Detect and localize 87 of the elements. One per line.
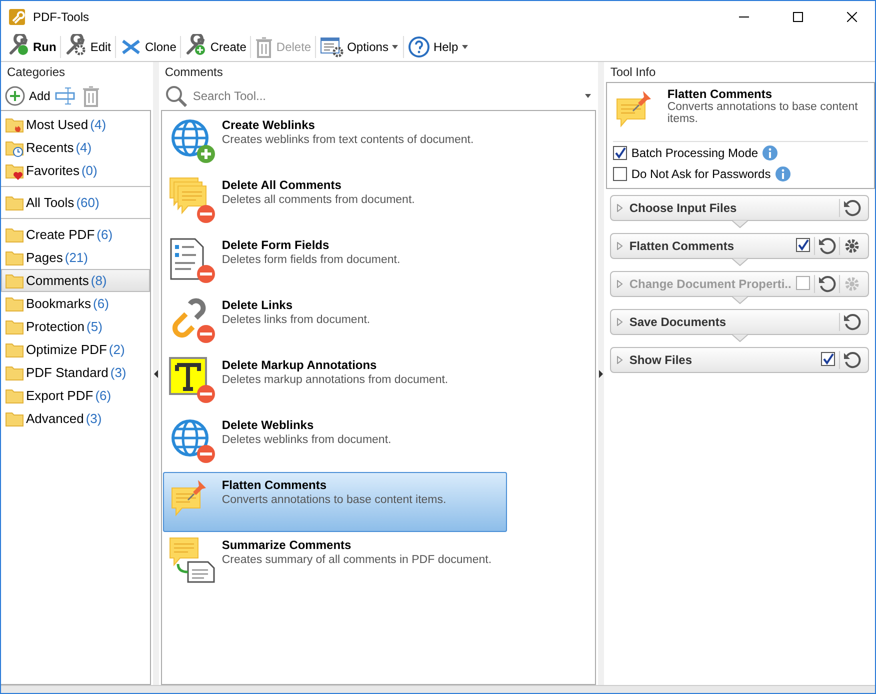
category-item[interactable]: Optimize PDF(2)	[1, 338, 150, 361]
search-icon	[164, 85, 187, 107]
tool-item[interactable]: Summarize Comments Creates summary of all comments in PDF document.	[162, 532, 507, 592]
reset-icon[interactable]	[818, 237, 836, 255]
expand-icon	[617, 204, 624, 212]
splitter-handle[interactable]	[152, 62, 159, 685]
panel-header: Comments	[164, 64, 224, 81]
expand-icon	[617, 318, 624, 326]
checkbox[interactable]	[613, 166, 628, 180]
help-icon	[408, 36, 430, 58]
info-icon	[762, 144, 778, 160]
splitter-handle[interactable]	[598, 62, 604, 685]
folder-icon	[5, 318, 24, 336]
form-minus-icon	[168, 236, 216, 286]
toolbar-button[interactable]: Edit	[61, 32, 116, 60]
folder-icon	[5, 272, 24, 290]
flame-folder-icon	[5, 116, 24, 134]
panel-header: Categories	[6, 64, 66, 81]
toolbar-button[interactable]: Help	[404, 32, 474, 60]
notes-summary-icon	[168, 536, 216, 586]
tool-item[interactable]: Flatten Comments Converts annotations to base content items.	[162, 472, 507, 532]
option-label: Do Not Ask for Passwords	[631, 166, 771, 180]
category-item[interactable]: Bookmarks(6)	[1, 292, 150, 315]
folder-icon	[5, 386, 24, 404]
checkbox[interactable]	[821, 352, 836, 366]
category-item[interactable]: Pages(21)	[1, 246, 150, 269]
tool-item[interactable]: Delete All Comments Deletes all comments from document.	[162, 172, 507, 232]
folder-icon	[5, 340, 24, 358]
category-item[interactable]: Advanced(3)	[1, 407, 150, 430]
tool-item[interactable]: Delete Weblinks Deletes weblinks from document.	[162, 412, 507, 472]
category-item[interactable]: All Tools(60)	[1, 191, 150, 214]
clock-folder-icon	[5, 138, 24, 156]
tool-title: Flatten Comments	[667, 87, 774, 101]
tool-item[interactable]: Delete Markup Annotations Deletes markup annotations from document.	[162, 352, 507, 412]
connector-arrow	[732, 296, 748, 304]
expand-icon	[617, 280, 624, 288]
tool-description: Converts annotations to base content items.	[667, 101, 859, 125]
folder-icon	[5, 294, 24, 312]
toolbar-button[interactable]: Create	[181, 32, 250, 60]
add-button[interactable]: Add	[5, 86, 50, 106]
step-bar[interactable]: Show Files	[610, 347, 870, 373]
comments-minus-icon	[168, 176, 216, 226]
expand-icon	[617, 356, 624, 364]
category-item[interactable]: Recents(4)	[1, 136, 150, 159]
connector-arrow	[732, 220, 748, 228]
text-markup-minus-icon	[168, 356, 216, 406]
toolbar-button[interactable]: Run	[4, 32, 60, 60]
maximize-icon	[793, 12, 803, 22]
checkbox[interactable]	[796, 238, 810, 252]
step-bar[interactable]: Choose Input Files	[610, 195, 870, 221]
folder-icon	[5, 194, 24, 212]
folder-icon	[5, 410, 24, 428]
heart-folder-icon	[5, 162, 24, 180]
settings-icon[interactable]	[843, 237, 862, 255]
connector-arrow	[732, 258, 748, 266]
category-item[interactable]: Protection(5)	[1, 315, 150, 338]
category-item[interactable]: Comments(8)	[1, 269, 150, 292]
folder-icon	[5, 364, 24, 382]
tool-item[interactable]: Delete Form Fields Deletes form fields from document.	[162, 232, 507, 292]
reset-icon[interactable]	[843, 199, 862, 217]
step-bar[interactable]: Save Documents	[610, 309, 870, 335]
step-bar[interactable]: Flatten Comments	[610, 233, 870, 259]
window-title: PDF-Tools	[33, 10, 90, 24]
info-icon	[774, 166, 791, 182]
tool-item[interactable]: Create Weblinks Creates weblinks from text contents of document.	[162, 112, 507, 172]
caret-icon	[584, 92, 592, 100]
category-item[interactable]: Create PDF(6)	[1, 223, 150, 246]
reset-icon[interactable]	[843, 313, 862, 331]
toolbar-button[interactable]: Clone	[116, 32, 180, 60]
app-logo-icon	[9, 8, 25, 24]
connector-arrow	[732, 334, 748, 342]
category-item[interactable]: Favorites(0)	[1, 159, 150, 182]
reset-icon[interactable]	[843, 351, 862, 369]
settings-icon	[320, 36, 344, 58]
checkbox[interactable]	[613, 146, 628, 160]
category-item[interactable]: Most Used(4)	[1, 113, 150, 136]
close-icon	[847, 12, 857, 22]
expand-icon	[617, 242, 624, 250]
category-item[interactable]: PDF Standard(3)	[1, 361, 150, 384]
panel-header: Tool Info	[609, 64, 657, 81]
folder-icon	[5, 248, 24, 266]
trash-icon	[255, 36, 274, 58]
toolbar-button[interactable]: Options	[316, 32, 404, 60]
category-item[interactable]: Export PDF(6)	[1, 384, 150, 407]
option-label: Batch Processing Mode	[631, 146, 758, 160]
tool-item[interactable]: Delete Links Deletes links from document.	[162, 292, 507, 352]
folder-icon	[5, 226, 24, 244]
